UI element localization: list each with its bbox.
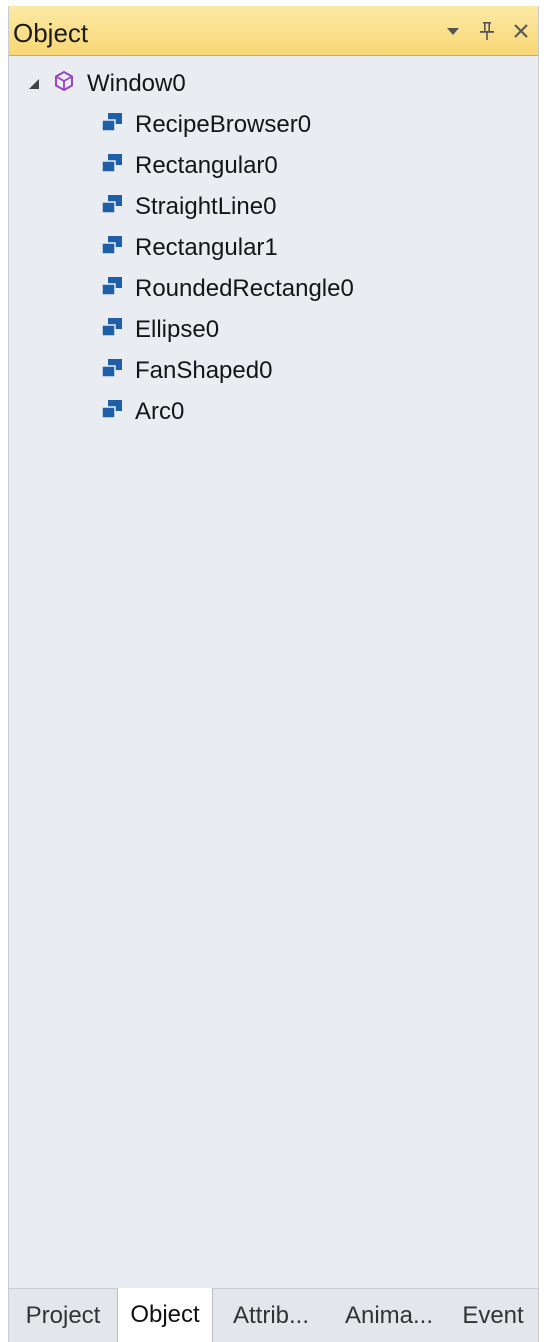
tree-node-label: RoundedRectangle0 [135,275,354,302]
object-icon [101,152,123,180]
tree-node-label: Rectangular0 [135,152,278,179]
tree-node[interactable]: Arc0 [101,392,184,432]
tree-node-label: Ellipse0 [135,316,220,343]
object-panel: Object Window0 RecipeBrowser0 Rectangula… [8,6,539,1342]
tab-label: Attrib... [232,1301,310,1329]
tab-label: Project [25,1301,101,1329]
tab-object[interactable]: Object [117,1288,213,1342]
window-cube-icon [53,70,75,99]
tab-label: Event [462,1301,524,1329]
object-icon [101,275,123,303]
object-icon [101,193,123,221]
tree-node[interactable]: Ellipse0 [101,310,219,350]
tree-node[interactable]: Rectangular1 [101,228,278,268]
tree-node-window0[interactable]: Window0 [25,64,186,104]
tree-node-label: Window0 [87,70,186,97]
tree-node-label: FanShaped0 [135,357,273,384]
tree-node-label: StraightLine0 [135,193,277,220]
dropdown-icon[interactable] [442,18,464,44]
object-icon [101,234,123,262]
pin-icon[interactable] [476,18,498,44]
tree-node-label: Rectangular1 [135,234,278,261]
tree-node[interactable]: FanShaped0 [101,351,272,391]
object-icon [101,357,123,385]
object-icon [101,316,123,344]
panel-titlebar: Object [9,6,538,56]
tree-node[interactable]: RecipeBrowser0 [101,105,311,145]
tree-node[interactable]: Rectangular0 [101,146,278,186]
expand-triangle-icon[interactable] [25,75,43,93]
tab-animation[interactable]: Anima... [329,1289,449,1342]
object-icon [101,111,123,139]
tab-label: Object [130,1301,200,1328]
panel-title: Object [13,18,89,48]
tree-node[interactable]: StraightLine0 [101,187,276,227]
tree-node-label: Arc0 [135,398,185,425]
object-icon [101,398,123,426]
bottom-tab-strip: Project Object Attrib... Anima... Event [9,1288,538,1342]
tree-node[interactable]: RoundedRectangle0 [101,269,354,309]
tab-label: Anima... [344,1301,434,1329]
tab-event[interactable]: Event [449,1289,537,1342]
tab-project[interactable]: Project [9,1289,117,1342]
tree-node-label: RecipeBrowser0 [135,111,312,138]
titlebar-controls [442,14,532,48]
close-icon[interactable] [510,18,532,44]
tab-attributes[interactable]: Attrib... [213,1289,329,1342]
